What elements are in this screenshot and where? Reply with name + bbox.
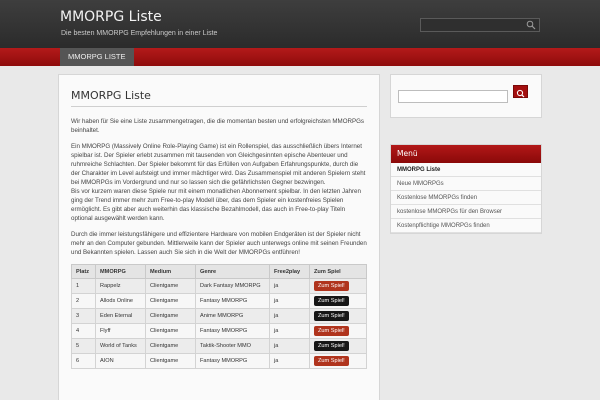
genre-cell: Fantasy MMORPG	[195, 293, 270, 309]
header-search-input[interactable]	[421, 24, 525, 37]
medium-cell: Clientgame	[145, 323, 196, 339]
free2play-cell: ja	[269, 278, 310, 294]
play-cell: Zum Spiel!	[309, 338, 367, 354]
sidebar-item-kostenlose-mmorpgs[interactable]: Kostenlose MMORPGs finden	[391, 191, 541, 205]
description-paragraph: Ein MMORPG (Massively Online Role-Playin…	[71, 143, 366, 222]
mmorpg-table: Platz MMORPG Medium Genre Free2play Zum …	[71, 264, 367, 369]
free2play-cell: ja	[269, 308, 310, 324]
sidebar-search-button[interactable]	[513, 85, 528, 98]
game-name-cell: Flyff	[95, 323, 146, 339]
genre-cell: Fantasy MMORPG	[195, 323, 270, 339]
game-name-cell: Eden Eternal	[95, 308, 146, 324]
rank-cell: 2	[71, 293, 96, 309]
genre-cell: Fantasy MMORPG	[195, 353, 270, 369]
site-header: MMORPG Liste Die besten MMORPG Empfehlun…	[0, 0, 600, 48]
play-button[interactable]: Zum Spiel!	[314, 281, 349, 291]
column-header-zum-spiel: Zum Spiel	[309, 264, 367, 279]
free2play-cell: ja	[269, 323, 310, 339]
medium-cell: Clientgame	[145, 278, 196, 294]
genre-cell: Anime MMORPG	[195, 308, 270, 324]
column-header-medium: Medium	[145, 264, 196, 279]
play-button[interactable]: Zum Spiel!	[314, 311, 349, 321]
column-header-genre: Genre	[195, 264, 270, 279]
intro-paragraph: Wir haben für Sie eine Liste zusammenget…	[71, 118, 365, 134]
table-row: 3 Eden Eternal Clientgame Anime MMORPG j…	[71, 308, 367, 324]
genre-cell: Dark Fantasy MMORPG	[195, 278, 270, 294]
play-button[interactable]: Zum Spiel!	[314, 341, 349, 351]
sidebar-search	[390, 74, 542, 118]
table-row: 1 Rappelz Clientgame Dark Fantasy MMORPG…	[71, 278, 367, 294]
rank-cell: 6	[71, 353, 96, 369]
genre-cell: Taktik-Shooter MMO	[195, 338, 270, 354]
sidebar-item-neue-mmorpgs[interactable]: Neue MMORPGs	[391, 177, 541, 191]
play-button[interactable]: Zum Spiel!	[314, 356, 349, 366]
rank-cell: 1	[71, 278, 96, 294]
table-row: 4 Flyff Clientgame Fantasy MMORPG ja Zum…	[71, 323, 367, 339]
sidebar-item-browser-mmorpgs[interactable]: kostenlose MMORPGs für den Browser	[391, 205, 541, 219]
main-content: MMORPG Liste Wir haben für Sie eine List…	[58, 74, 380, 400]
page-title: MMORPG Liste	[71, 89, 367, 107]
mobile-paragraph: Durch die immer leistungsfähigere und ef…	[71, 231, 367, 256]
play-cell: Zum Spiel!	[309, 353, 367, 369]
free2play-cell: ja	[269, 353, 310, 369]
rank-cell: 5	[71, 338, 96, 354]
rank-cell: 4	[71, 323, 96, 339]
play-cell: Zum Spiel!	[309, 293, 367, 309]
free2play-cell: ja	[269, 338, 310, 354]
search-icon[interactable]	[526, 20, 536, 30]
header-search	[420, 18, 540, 37]
game-name-cell: AION	[95, 353, 146, 369]
game-name-cell: Rappelz	[95, 278, 146, 294]
table-header-row: Platz MMORPG Medium Genre Free2play Zum …	[71, 264, 367, 279]
medium-cell: Clientgame	[145, 338, 196, 354]
play-cell: Zum Spiel!	[309, 278, 367, 294]
medium-cell: Clientgame	[145, 293, 196, 309]
game-name-cell: World of Tanks	[95, 338, 146, 354]
sidebar-item-kostenpflichtige-mmorpgs[interactable]: Kostenpflichtige MMORPGs finden	[391, 219, 541, 233]
play-cell: Zum Spiel!	[309, 308, 367, 324]
sidebar-menu: Menü MMORPG Liste Neue MMORPGs Kostenlos…	[390, 144, 542, 234]
table-row: 5 World of Tanks Clientgame Taktik-Shoot…	[71, 338, 367, 354]
play-cell: Zum Spiel!	[309, 323, 367, 339]
column-header-free2play: Free2play	[269, 264, 310, 279]
site-title[interactable]: MMORPG Liste	[60, 9, 162, 25]
play-button[interactable]: Zum Spiel!	[314, 296, 349, 306]
sidebar: Menü MMORPG Liste Neue MMORPGs Kostenlos…	[390, 74, 542, 234]
rank-cell: 3	[71, 308, 96, 324]
sidebar-search-input[interactable]	[398, 90, 508, 103]
menu-title: Menü	[391, 145, 541, 163]
sidebar-item-mmorpg-liste[interactable]: MMORPG Liste	[391, 163, 541, 177]
game-name-cell: Allods Online	[95, 293, 146, 309]
column-header-platz: Platz	[71, 264, 96, 279]
column-header-mmorpg: MMORPG	[95, 264, 146, 279]
medium-cell: Clientgame	[145, 308, 196, 324]
play-button[interactable]: Zum Spiel!	[314, 326, 349, 336]
table-row: 6 AION Clientgame Fantasy MMORPG ja Zum …	[71, 353, 367, 369]
main-nav: MMORPG LISTE	[0, 48, 600, 66]
nav-item-mmorpg-liste[interactable]: MMORPG LISTE	[60, 48, 134, 66]
site-description: Die besten MMORPG Empfehlungen in einer …	[61, 30, 218, 37]
search-icon	[516, 89, 525, 98]
medium-cell: Clientgame	[145, 353, 196, 369]
free2play-cell: ja	[269, 293, 310, 309]
table-row: 2 Allods Online Clientgame Fantasy MMORP…	[71, 293, 367, 309]
